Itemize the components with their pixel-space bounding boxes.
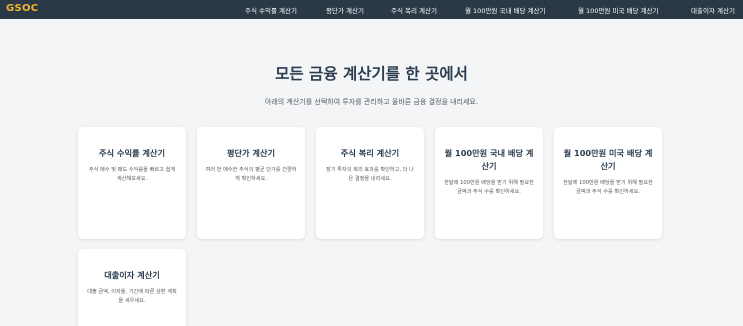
nav-item-stock-return[interactable]: 주식 수익률 계산기	[245, 5, 297, 15]
card-domestic-dividend[interactable]: 월 100만원 국내 배당 계산기 한달에 100만원 배당을 받기 위해 필요…	[435, 127, 543, 239]
site-logo[interactable]: GSOC	[6, 3, 38, 14]
card-description: 여러 번 매수한 주식의 평균 단가를 간편하게 확인하세요.	[205, 167, 297, 182]
card-description: 대출 금액, 이자율, 기간에 따른 상환 계획을 세우세요.	[87, 289, 177, 304]
page-title: 모든 금융 계산기를 한 곳에서	[275, 65, 468, 83]
nav-item-domestic-dividend[interactable]: 월 100만원 국내 배당 계산기	[465, 5, 545, 15]
card-stock-return[interactable]: 주식 수익률 계산기 주식 매수 및 매도 수익률을 빠르고 쉽게 계산해보세요…	[78, 127, 186, 239]
nav-item-us-dividend[interactable]: 월 100만원 미국 배당 계산기	[578, 5, 658, 15]
card-title: 주식 복리 계산기	[340, 148, 400, 158]
nav-item-average-price[interactable]: 평단가 계산기	[326, 5, 364, 15]
card-description: 주식 매수 및 매도 수익률을 빠르고 쉽게 계산해보세요.	[88, 167, 176, 182]
card-title: 평단가 계산기	[226, 148, 276, 158]
card-title: 대출이자 계산기	[104, 270, 160, 280]
card-loan-interest[interactable]: 대출이자 계산기 대출 금액, 이자율, 기간에 따른 상환 계획을 세우세요.	[78, 249, 186, 326]
nav-item-loan-interest[interactable]: 대출이자 계산기	[691, 5, 735, 15]
card-compound[interactable]: 주식 복리 계산기 장기 투자의 복리 효과를 확인하고, 더 나은 결정을 내…	[316, 127, 424, 239]
card-title: 월 100만원 국내 배당 계산기	[444, 148, 534, 171]
top-navbar: GSOC 주식 수익률 계산기 평단가 계산기 주식 복리 계산기 월 100만…	[0, 0, 743, 19]
card-title: 주식 수익률 계산기	[99, 148, 165, 158]
card-average-price[interactable]: 평단가 계산기 여러 번 매수한 주식의 평균 단가를 간편하게 확인하세요.	[197, 127, 305, 239]
card-description: 한달에 100만원 배당을 받기 위해 필요한 금액과 주식 수를 확인하세요.	[563, 180, 653, 195]
card-description: 한달에 100만원 배당을 받기 위해 필요한 금액과 주식 수를 확인하세요.	[444, 180, 534, 195]
card-title: 월 100만원 미국 배당 계산기	[563, 148, 653, 171]
nav-item-compound[interactable]: 주식 복리 계산기	[391, 5, 437, 15]
card-us-dividend[interactable]: 월 100만원 미국 배당 계산기 한달에 100만원 배당을 받기 위해 필요…	[554, 127, 662, 239]
card-description: 장기 투자의 복리 효과를 확인하고, 더 나은 결정을 내리세요.	[326, 167, 414, 182]
page-subtitle: 아래의 계산기를 선택하여 투자를 관리하고 올바른 금융 결정을 내리세요.	[264, 98, 479, 106]
